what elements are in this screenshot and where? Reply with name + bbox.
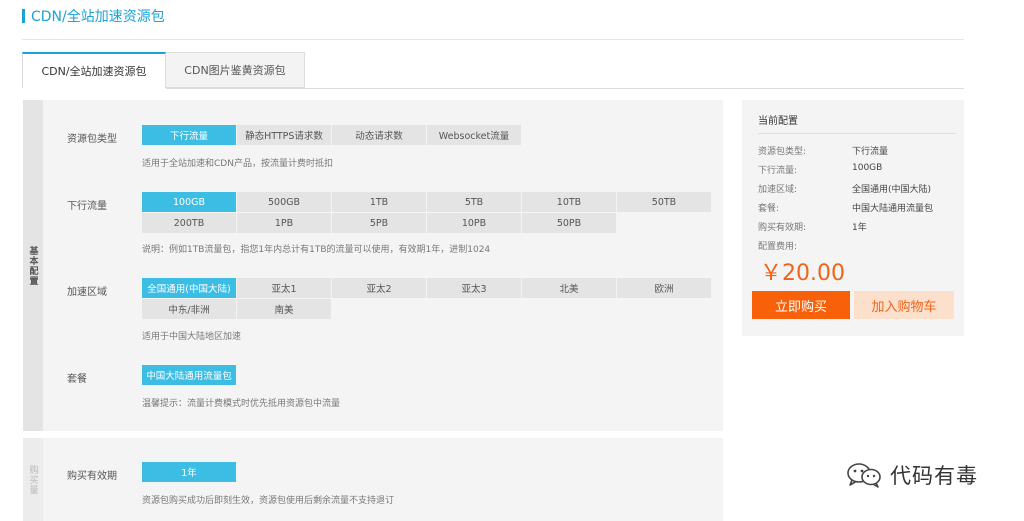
watermark: 代码有毒: [846, 458, 978, 492]
region-option[interactable]: 欧洲: [617, 278, 711, 298]
config-key: 购买有效期:: [758, 223, 807, 233]
region-option[interactable]: 北美: [522, 278, 616, 298]
region-option[interactable]: 亚太1: [237, 278, 331, 298]
current-config-title: 当前配置: [758, 116, 798, 127]
traffic-option[interactable]: 1PB: [237, 213, 331, 233]
traffic-hint: 说明：例如1TB流量包，指您1年内总计有1TB的流量可以使用，有效期1年，进制1…: [142, 245, 491, 255]
validity-hint: 资源包购买成功后即刻生效，资源包使用后剩余流量不支持退订: [142, 496, 395, 506]
config-value: 中国大陆通用流量包: [852, 204, 934, 214]
tabs-divider: [166, 88, 964, 89]
config-row: 购买有效期: 1年: [758, 220, 867, 233]
config-row: 加速区域: 全国通用(中国大陆): [758, 182, 931, 195]
title-divider: [22, 39, 964, 40]
page-title: CDN/全站加速资源包: [22, 7, 165, 25]
package-type-option[interactable]: 动态请求数: [332, 125, 426, 145]
wechat-icon: [847, 463, 881, 488]
region-option[interactable]: 中东/非洲: [142, 299, 236, 319]
config-row: 套餐: 中国大陆通用流量包: [758, 201, 933, 214]
traffic-option[interactable]: 10PB: [427, 213, 521, 233]
region-option[interactable]: 亚太2: [332, 278, 426, 298]
config-key: 套餐:: [758, 204, 780, 214]
package-type-option[interactable]: 静态HTTPS请求数: [237, 125, 331, 145]
config-value: 下行流量: [852, 147, 889, 157]
traffic-option[interactable]: 50PB: [522, 213, 616, 233]
package-type-options: 下行流量 静态HTTPS请求数 动态请求数 Websocket流量: [142, 125, 718, 146]
validity-label: 购买有效期: [67, 471, 117, 482]
traffic-option[interactable]: 100GB: [142, 192, 236, 212]
price-value: ￥20.00: [760, 261, 845, 286]
config-row: 下行流量: 100GB: [758, 163, 882, 176]
buy-now-button[interactable]: 立即购买: [752, 291, 850, 319]
region-hint: 适用于中国大陆地区加速: [142, 332, 242, 342]
add-to-cart-button[interactable]: 加入购物车: [854, 291, 954, 319]
current-config-divider: [758, 133, 956, 134]
config-value: 100GB: [852, 163, 883, 173]
traffic-option[interactable]: 50TB: [617, 192, 711, 212]
traffic-options: 100GB 500GB 1TB 5TB 10TB 50TB 200TB 1PB …: [142, 192, 718, 234]
package-type-option[interactable]: Websocket流量: [427, 125, 521, 145]
traffic-option[interactable]: 500GB: [237, 192, 331, 212]
purchase-label: 购买量: [27, 464, 38, 495]
validity-option[interactable]: 1年: [142, 462, 236, 482]
traffic-option[interactable]: 1TB: [332, 192, 426, 212]
basic-config-label: 基本配置: [27, 245, 38, 286]
config-row: 资源包类型: 下行流量: [758, 144, 888, 157]
region-label: 加速区域: [67, 287, 107, 298]
config-key: 加速区域:: [758, 185, 798, 195]
watermark-text: 代码有毒: [890, 464, 978, 488]
page-title-text: CDN/全站加速资源包: [31, 9, 165, 25]
basic-config-side-label: 基本配置: [23, 100, 43, 431]
validity-options: 1年: [142, 462, 718, 483]
region-option[interactable]: 全国通用(中国大陆): [142, 278, 236, 298]
plan-hint: 温馨提示：流量计费模式时优先抵用资源包中流量: [142, 399, 341, 409]
traffic-option[interactable]: 5TB: [427, 192, 521, 212]
config-key: 下行流量:: [758, 166, 798, 176]
package-type-label: 资源包类型: [67, 134, 117, 145]
package-type-option[interactable]: 下行流量: [142, 125, 236, 145]
config-row: 配置费用:: [758, 239, 797, 252]
config-key: 资源包类型:: [758, 147, 807, 157]
package-type-hint: 适用于全站加速和CDN产品，按流量计费时抵扣: [142, 159, 333, 169]
tab-cdn-package[interactable]: CDN/全站加速资源包: [22, 52, 166, 88]
config-value: 1年: [852, 223, 867, 233]
plan-option[interactable]: 中国大陆通用流量包: [142, 365, 236, 385]
config-key: 配置费用:: [758, 242, 798, 252]
title-accent-bar: [22, 9, 25, 23]
traffic-option[interactable]: 10TB: [522, 192, 616, 212]
tab-bar: CDN/全站加速资源包 CDN图片鉴黄资源包: [22, 52, 305, 88]
config-value: 全国通用(中国大陆): [852, 185, 932, 195]
region-option[interactable]: 南美: [237, 299, 331, 319]
purchase-side-label: 购买量: [23, 438, 43, 521]
plan-label: 套餐: [67, 374, 87, 385]
region-option[interactable]: 亚太3: [427, 278, 521, 298]
current-config-panel: 当前配置 资源包类型: 下行流量 下行流量: 100GB 加速区域: 全国通用(…: [742, 100, 964, 336]
purchase-section: 购买量 购买有效期 1年 资源包购买成功后即刻生效，资源包使用后剩余流量不支持退…: [23, 438, 723, 521]
tab-image-review-package[interactable]: CDN图片鉴黄资源包: [166, 52, 305, 88]
plan-options: 中国大陆通用流量包: [142, 365, 718, 386]
traffic-label: 下行流量: [67, 201, 107, 212]
basic-config-section: 基本配置 资源包类型 下行流量 静态HTTPS请求数 动态请求数 Websock…: [23, 100, 723, 431]
region-options: 全国通用(中国大陆) 亚太1 亚太2 亚太3 北美 欧洲 中东/非洲 南美: [142, 278, 718, 320]
traffic-option[interactable]: 200TB: [142, 213, 236, 233]
traffic-option[interactable]: 5PB: [332, 213, 426, 233]
